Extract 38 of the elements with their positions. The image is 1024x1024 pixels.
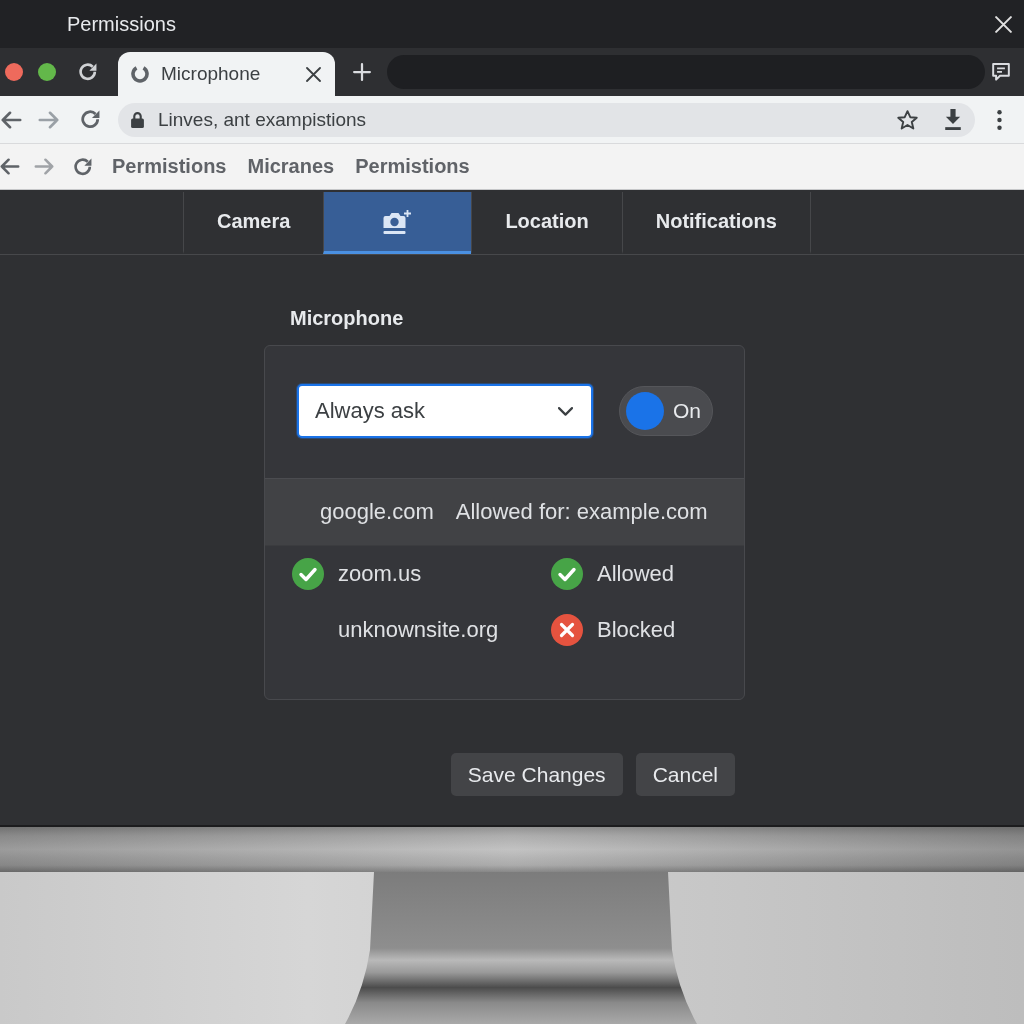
close-window-icon[interactable] (5, 63, 23, 81)
check-icon (551, 558, 583, 590)
browser-tab[interactable]: Microphone (118, 52, 335, 96)
reload-icon[interactable] (74, 157, 92, 176)
window-title: Permissions (67, 12, 176, 36)
star-icon[interactable] (897, 109, 918, 130)
site-name: zoom.us (338, 561, 422, 587)
camera-icon (383, 208, 413, 235)
permission-tab[interactable] (323, 192, 472, 254)
lock-icon (131, 111, 144, 128)
section-heading: Microphone (290, 306, 404, 331)
toggle-switch[interactable]: On (619, 386, 713, 436)
chevron-icon (558, 406, 573, 416)
status-text: Allowed (597, 561, 675, 587)
chat-icon[interactable] (992, 63, 1010, 81)
address-bar[interactable]: Linves, ant exampistions (118, 102, 975, 137)
maximize-window-icon[interactable] (38, 63, 56, 81)
dropdown[interactable]: Always ask (297, 384, 593, 438)
plus-icon[interactable] (353, 63, 371, 81)
status-text: Allowed for: example.com (455, 499, 708, 525)
nav-link[interactable]: Permistions (112, 155, 227, 178)
status-text: Blocked (597, 617, 676, 643)
spinner-icon (131, 65, 149, 83)
reload-icon[interactable] (81, 110, 100, 129)
site-name: google.com (320, 499, 434, 525)
cross-icon (551, 614, 583, 646)
cancel-button[interactable]: Cancel (635, 753, 735, 796)
site-name: unknownsite.org (338, 617, 499, 643)
close-icon[interactable] (306, 66, 321, 82)
nav-link[interactable]: Micranes (247, 155, 335, 178)
permission-tab[interactable]: Location (471, 192, 622, 254)
back-icon[interactable] (0, 158, 20, 175)
permission-tab[interactable]: Notifications (621, 192, 811, 254)
more-icon[interactable] (997, 109, 1002, 130)
back-icon[interactable] (1, 110, 22, 129)
save-button[interactable]: Save Changes (450, 753, 623, 796)
nav-link[interactable]: Permistions (355, 155, 470, 178)
download-icon[interactable] (945, 109, 961, 130)
